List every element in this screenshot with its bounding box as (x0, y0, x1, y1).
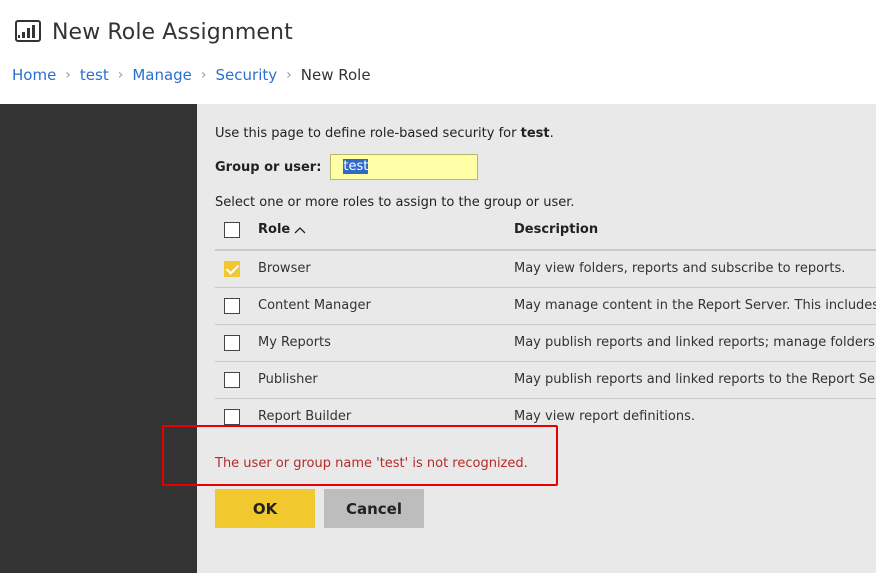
role-column-header[interactable]: Role (258, 222, 306, 237)
select-all-checkbox[interactable] (224, 222, 240, 238)
cancel-button[interactable]: Cancel (324, 489, 424, 528)
breadcrumb-security[interactable]: Security (216, 66, 278, 84)
select-roles-instruction: Select one or more roles to assign to th… (215, 195, 575, 210)
breadcrumb-home[interactable]: Home (12, 66, 56, 84)
chevron-up-icon (294, 226, 306, 233)
role-checkbox-publisher[interactable] (224, 372, 240, 388)
group-user-label: Group or user: (215, 159, 322, 175)
role-description: May publish reports and linked reports; … (514, 335, 876, 350)
role-name: My Reports (258, 335, 331, 350)
group-user-value: test (343, 159, 369, 174)
role-header-label: Role (258, 222, 291, 237)
role-checkbox-content-manager[interactable] (224, 298, 240, 314)
main-content: Use this page to define role-based secur… (197, 104, 876, 573)
group-user-row: Group or user: test (215, 154, 479, 180)
role-description: May publish reports and linked reports t… (514, 372, 876, 387)
left-nav-panel (0, 104, 197, 573)
table-header: Role Description (215, 212, 876, 251)
title-area: New Role Assignment (14, 18, 293, 46)
roles-table: Role Description Browser May view folder… (215, 212, 876, 435)
role-name: Report Builder (258, 409, 352, 424)
breadcrumb-current: New Role (300, 66, 371, 84)
role-name: Browser (258, 261, 311, 276)
role-checkbox-report-builder[interactable] (224, 409, 240, 425)
intro-suffix: . (549, 126, 554, 141)
chevron-right-icon: › (286, 67, 292, 83)
breadcrumb: Home › test › Manage › Security › New Ro… (12, 66, 371, 84)
intro-text: Use this page to define role-based secur… (215, 126, 554, 141)
role-description: May view folders, reports and subscribe … (514, 261, 846, 276)
table-row: Content Manager May manage content in th… (215, 288, 876, 325)
chevron-right-icon: › (117, 67, 124, 83)
role-description: May view report definitions. (514, 409, 696, 424)
role-description: May manage content in the Report Server.… (514, 298, 876, 313)
group-user-input[interactable]: test (330, 154, 479, 180)
role-name: Publisher (258, 372, 318, 387)
page-title: New Role Assignment (52, 19, 293, 45)
chevron-right-icon: › (200, 67, 207, 83)
description-column-header: Description (514, 222, 599, 237)
breadcrumb-test[interactable]: test (80, 66, 109, 84)
table-row: Browser May view folders, reports and su… (215, 251, 876, 288)
table-row: My Reports May publish reports and linke… (215, 325, 876, 362)
table-row: Publisher May publish reports and linked… (215, 362, 876, 399)
intro-item-name: test (520, 126, 550, 141)
intro-prefix: Use this page to define role-based secur… (215, 126, 521, 141)
role-checkbox-browser[interactable] (224, 261, 240, 277)
page-header: New Role Assignment Home › test › Manage… (0, 0, 876, 104)
breadcrumb-manage[interactable]: Manage (132, 66, 192, 84)
role-checkbox-my-reports[interactable] (224, 335, 240, 351)
role-name: Content Manager (258, 298, 371, 313)
chevron-right-icon: › (65, 67, 71, 83)
error-highlight-box (162, 425, 558, 486)
powerbi-report-icon (15, 20, 41, 42)
ok-button[interactable]: OK (215, 489, 315, 528)
